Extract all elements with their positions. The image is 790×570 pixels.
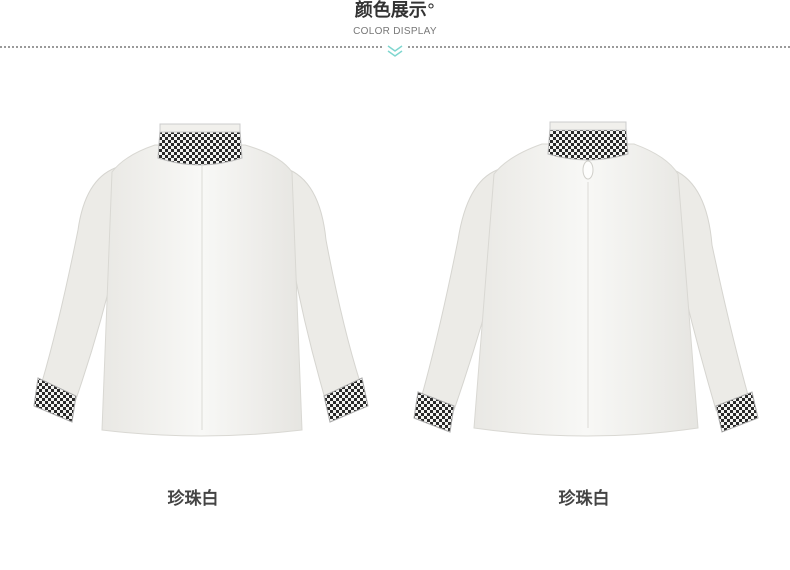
title-degree-mark: °: [426, 1, 436, 21]
double-chevron-down-icon: [384, 44, 406, 58]
section-subtitle: COLOR DISPLAY: [353, 26, 437, 37]
color-label-back: 珍珠白: [558, 489, 610, 509]
blouse-front-image: [33, 123, 369, 437]
color-label-front: 珍珠白: [167, 489, 219, 509]
section-title: 颜色展示°: [0, 0, 790, 22]
section-title-text: 颜色展示: [354, 0, 427, 21]
blouse-back-image: [413, 121, 759, 437]
